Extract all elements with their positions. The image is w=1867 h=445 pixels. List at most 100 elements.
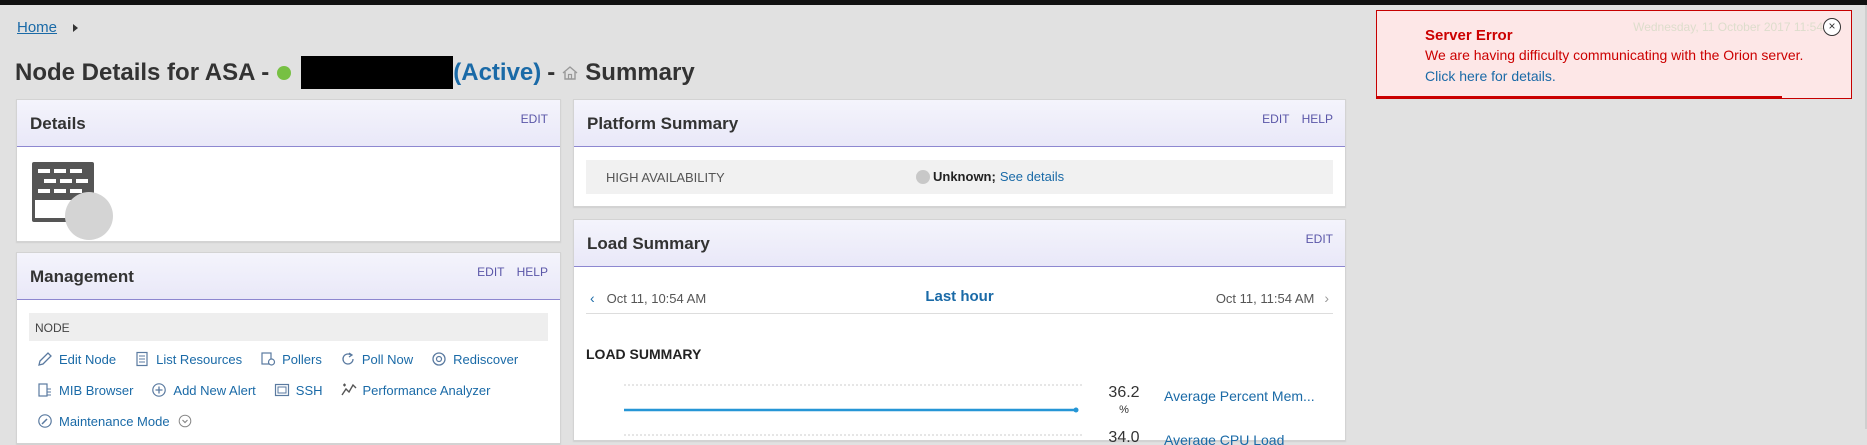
management-node-label: NODE [35,321,70,335]
error-details-link[interactable]: Click here for details. [1425,68,1556,84]
high-availability-status: Unknown; [933,169,996,184]
list-icon [136,351,148,367]
refresh-icon [342,352,354,365]
details-panel-header: Details EDIT [17,100,560,147]
pollers-link[interactable]: Pollers [260,351,322,367]
platform-summary-actions: EDIT HELP [1253,112,1333,126]
node-status-link[interactable]: (Active) [453,59,541,87]
load-summary-heading: LOAD SUMMARY [586,346,702,362]
cpu-value: 34.0 [1108,429,1139,445]
top-bar [0,0,1867,5]
platform-summary-title: Platform Summary [587,114,739,133]
time-range-bar: ‹ Oct 11, 10:54 AM Last hour Oct 11, 11:5… [586,280,1333,314]
terminal-icon [274,383,289,397]
edit-node-label: Edit Node [59,351,117,367]
list-resources-link[interactable]: List Resources [134,351,242,367]
rediscover-icon [432,352,446,366]
rediscover-link[interactable]: Rediscover [431,351,518,367]
poll-now-label: Poll Now [361,351,414,367]
wrench-icon [38,414,52,428]
load-summary-actions: EDIT [1297,232,1333,246]
breadcrumb-arrow-icon[interactable] [73,24,79,33]
error-progress-bar [1377,96,1782,98]
ssh-link[interactable]: SSH [274,382,323,398]
page-title: Node Details for ASA - (Active) - Summar… [15,56,695,89]
chevron-left-icon[interactable]: ‹ [590,290,595,306]
notification-date: Wednesday, 11 October 2017 11:54 [1633,20,1823,34]
management-help-button[interactable]: HELP [517,265,548,279]
list-resources-label: List Resources [156,351,243,367]
memory-sparkline-point [1073,407,1079,413]
management-panel: Management EDIT HELP NODE Edit Node List… [16,252,561,444]
server-error-notification: Wednesday, 11 October 2017 11:54 × Serve… [1376,10,1852,99]
mib-browser-label: MIB Browser [59,382,134,398]
platform-summary-panel: Platform Summary EDIT HELP HIGH AVAILABI… [573,99,1346,207]
performance-analyzer-icon [340,383,357,396]
management-links-row-2: MIB Browser Add New Alert SSH Performanc… [37,382,508,398]
details-panel-actions: EDIT [512,112,548,126]
breadcrumb: Home [17,19,79,36]
memory-value: 36.2 [1108,384,1139,401]
add-new-alert-label: Add New Alert [173,382,256,398]
high-availability-value: Unknown; See details [916,169,1064,184]
high-availability-label: HIGH AVAILABILITY [606,170,725,185]
error-message: We are having difficulty communicating w… [1425,47,1804,63]
load-edit-button[interactable]: EDIT [1306,232,1333,246]
maintenance-mode-label: Maintenance Mode [59,413,170,429]
management-links-row-3: Maintenance Mode [37,413,216,429]
details-edit-button[interactable]: EDIT [521,112,548,126]
edit-node-link[interactable]: Edit Node [37,351,116,367]
page-title-prefix: Node Details for ASA - [15,58,270,86]
details-panel: Details EDIT [16,99,561,242]
rediscover-label: Rediscover [453,351,519,367]
poll-now-link[interactable]: Poll Now [340,351,413,367]
pencil-icon [38,352,52,366]
memory-metric-link[interactable]: Average Percent Mem... [1164,388,1315,404]
close-icon[interactable]: × [1823,18,1841,36]
mib-browser-link[interactable]: MIB Browser [37,382,133,398]
management-node-section: NODE [29,313,548,341]
maintenance-mode-link[interactable]: Maintenance Mode [37,413,198,429]
management-links-row-1: Edit Node List Resources Pollers Poll No… [37,351,536,367]
status-up-icon [277,65,292,80]
platform-edit-button[interactable]: EDIT [1262,112,1289,126]
time-range-end: Oct 11, 11:54 AM › [1216,290,1329,306]
load-summary-header: Load Summary EDIT [574,220,1345,267]
ssh-label: SSH [295,382,323,398]
platform-help-button[interactable]: HELP [1302,112,1333,126]
see-details-link[interactable]: See details [1000,169,1064,184]
load-sparkline-chart: 36.2 % Average Percent Mem... 34.0 Avera… [624,384,1315,445]
memory-unit: % [1119,404,1129,416]
firewall-device-icon [32,162,113,240]
redacted-node-name [301,56,454,89]
management-panel-title: Management [30,267,134,286]
chevron-right-icon[interactable]: › [1324,290,1329,306]
home-icon [562,65,578,80]
time-range-selector[interactable]: Last hour [925,288,993,305]
load-summary-title: Load Summary [587,234,710,253]
add-new-alert-link[interactable]: Add New Alert [151,382,256,398]
pollers-icon [261,352,276,366]
unknown-status-icon [916,169,930,184]
add-circle-icon [152,383,167,397]
management-edit-button[interactable]: EDIT [477,265,504,279]
chevron-down-icon[interactable] [178,414,192,428]
mib-browser-icon [38,383,51,397]
range-start-label: Oct 11, 10:54 AM [606,291,707,306]
error-title: Server Error [1425,27,1513,44]
breadcrumb-home-link[interactable]: Home [17,19,57,36]
management-panel-actions: EDIT HELP [468,265,548,279]
performance-analyzer-link[interactable]: Performance Analyzer [340,382,491,398]
range-end-label: Oct 11, 11:54 AM [1215,291,1315,306]
performance-analyzer-label: Performance Analyzer [362,382,491,398]
view-name: Summary [585,58,695,86]
cpu-metric-link[interactable]: Average CPU Load [1164,432,1284,445]
details-panel-title: Details [30,114,86,133]
load-summary-panel: Load Summary EDIT ‹ Oct 11, 10:54 AM Last… [573,219,1346,445]
management-panel-header: Management EDIT HELP [17,253,560,300]
time-range-start: ‹ Oct 11, 10:54 AM [590,290,706,306]
high-availability-row: HIGH AVAILABILITY Unknown; See details [586,160,1333,194]
platform-summary-header: Platform Summary EDIT HELP [574,100,1345,147]
title-separator: - [547,58,556,86]
pollers-label: Pollers [282,351,322,367]
